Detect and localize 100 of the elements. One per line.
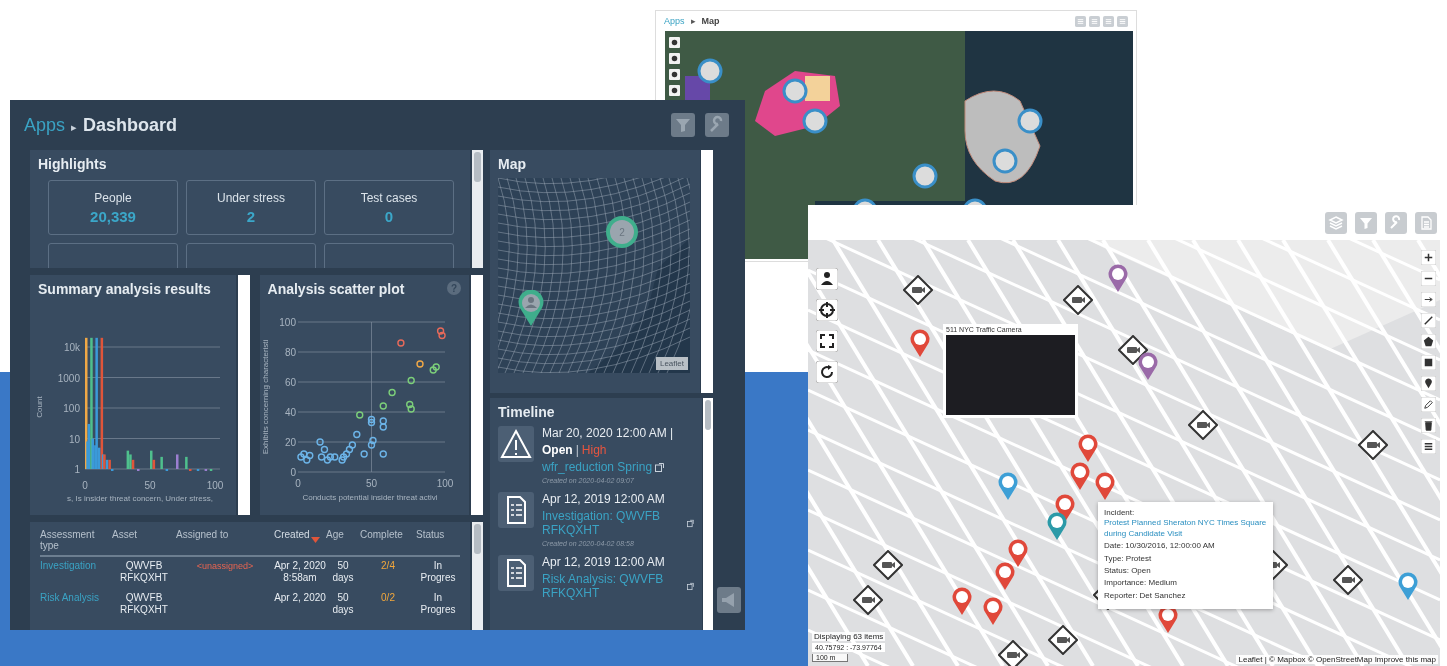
scrollbar[interactable] (472, 522, 483, 630)
pin-icon[interactable] (1421, 376, 1436, 391)
breadcrumb-link[interactable]: Apps (664, 16, 685, 26)
edit-icon[interactable] (1421, 397, 1436, 412)
event-link[interactable]: Risk Analysis: QWVFB RFKQXHT (542, 572, 684, 600)
breadcrumb-separator: ▸ (690, 16, 696, 26)
axis-tick-label: 10k (63, 342, 80, 353)
table-cell: Apr 2, 2020 (274, 592, 326, 604)
map-pin-icon[interactable] (1138, 352, 1158, 380)
breadcrumb-separator: ▸ (71, 120, 78, 134)
warning-icon (498, 426, 534, 462)
line-icon[interactable] (1421, 313, 1436, 328)
table-cell-text: 0/2 (380, 592, 396, 604)
camera-icon[interactable] (903, 275, 933, 305)
map-pin-icon[interactable] (983, 597, 1003, 625)
axis-title: Count (35, 396, 44, 418)
scrollbar[interactable] (237, 275, 250, 515)
popup-detail: Importance: Medium (1104, 578, 1178, 589)
axis-title: Conducts potential insider threat activi (301, 493, 438, 502)
incident-link[interactable]: Protest Planned Sheraton NYC Times Square during Candidate Visit (1104, 518, 1267, 540)
camera-icon[interactable] (853, 585, 883, 615)
breadcrumb-link[interactable]: Apps (24, 114, 66, 136)
scatter-point (368, 436, 377, 445)
scrollbar[interactable] (703, 398, 713, 630)
refresh-icon[interactable] (816, 361, 838, 383)
popup-label: Incident: (1104, 508, 1135, 517)
list-icon[interactable] (1421, 439, 1436, 454)
histogram-bar (176, 454, 179, 469)
map-pin-icon[interactable] (995, 562, 1015, 590)
column-header[interactable]: Complete (360, 529, 416, 540)
axis-tick-label: 20 (284, 437, 296, 448)
stat-value: 0 (384, 207, 394, 225)
scatter-point (437, 331, 446, 340)
external-link-icon[interactable] (655, 462, 665, 472)
axis-tick-label: 50 (365, 478, 377, 489)
axis-tick-label: 0 (294, 478, 301, 489)
camera-icon[interactable] (1358, 430, 1388, 460)
axis-tick-label: 60 (284, 377, 296, 388)
table-cell-text: 2/4 (380, 560, 396, 572)
event-date: Apr 12, 2019 12:00 AM (542, 555, 665, 569)
camera-icon[interactable] (1063, 285, 1093, 315)
column-header[interactable]: Age (326, 529, 360, 540)
axis-tick-label: 1 (74, 464, 80, 475)
table-cell-text: In Progres (419, 592, 457, 615)
axis-title: Exhibits concerning characteristi (260, 339, 270, 455)
table-cell-text: In Progres (419, 560, 457, 583)
scatter-point (407, 376, 415, 385)
assessment-link[interactable]: Investigation (40, 560, 97, 571)
map-pin-icon[interactable] (1047, 512, 1067, 540)
map-pin-icon[interactable] (1070, 462, 1090, 490)
camera-icon[interactable] (998, 640, 1028, 666)
axis-tick-label: 1000 (57, 372, 80, 384)
trash-icon[interactable] (1421, 418, 1436, 433)
column-header[interactable]: Asset (112, 529, 176, 540)
event-status: Open (542, 443, 573, 457)
panel-title: Summary analysis results (38, 281, 211, 297)
scrollbar[interactable] (471, 275, 483, 515)
map-pin-icon[interactable] (910, 329, 930, 357)
column-header[interactable]: Status (416, 529, 460, 540)
axis-tick-label: 40 (284, 407, 296, 418)
event-link[interactable]: wfr_reduction Spring (542, 460, 653, 474)
map-attribution: Leaflet (655, 357, 688, 370)
pentagon-icon[interactable] (1421, 334, 1436, 349)
camera-icon[interactable] (1333, 565, 1363, 595)
scrollbar[interactable] (472, 150, 483, 268)
panel-title: Map (498, 156, 526, 172)
zoom-in-icon[interactable] (1421, 250, 1436, 265)
map-pin-icon[interactable] (952, 587, 972, 615)
axis-tick-label: 100 (436, 478, 453, 489)
axis-tick-label: 100 (278, 317, 296, 328)
zoom-out-icon[interactable] (1421, 271, 1436, 286)
stat-label: Test cases (360, 190, 418, 205)
axis-title: s, Is insider threat concern, Under stress, (67, 494, 213, 502)
scrollbar[interactable] (701, 150, 713, 393)
external-link-icon[interactable] (687, 581, 694, 591)
map-pin-icon[interactable] (1008, 539, 1028, 567)
camera-icon[interactable] (1048, 625, 1078, 655)
square-icon[interactable] (1421, 355, 1436, 370)
panel-title: Timeline (498, 404, 555, 420)
camera-icon[interactable] (873, 550, 903, 580)
column-header[interactable]: Created (274, 529, 326, 540)
map-pin-icon[interactable] (1078, 434, 1098, 462)
map-pin-icon[interactable] (1095, 472, 1115, 500)
stat-value: 20,339 (90, 207, 136, 225)
map-attribution: Leaflet | © Mapbox © OpenStreetMap Improve this map (1236, 655, 1438, 664)
event-date: Mar 20, 2020 12:00 AM | (542, 426, 674, 440)
external-link-icon[interactable] (686, 518, 694, 528)
column-header[interactable]: Assigned to (176, 529, 274, 540)
panel-title: Highlights (38, 156, 107, 172)
map-pin-icon[interactable] (1108, 264, 1128, 292)
event-date: Apr 12, 2019 12:00 AM (542, 492, 665, 506)
arrow-icon[interactable] (1421, 292, 1436, 307)
event-priority: High (581, 443, 607, 457)
stat-label: Under stress (217, 190, 285, 205)
assessment-link[interactable]: Risk Analysis (40, 592, 99, 603)
event-link[interactable]: Investigation: QWVFB RFKQXHT (542, 509, 684, 537)
stat-value: 2 (246, 207, 256, 225)
camera-icon[interactable] (1188, 410, 1218, 440)
person-pin-icon[interactable] (518, 290, 544, 326)
column-header[interactable]: Assessment type (40, 529, 112, 551)
